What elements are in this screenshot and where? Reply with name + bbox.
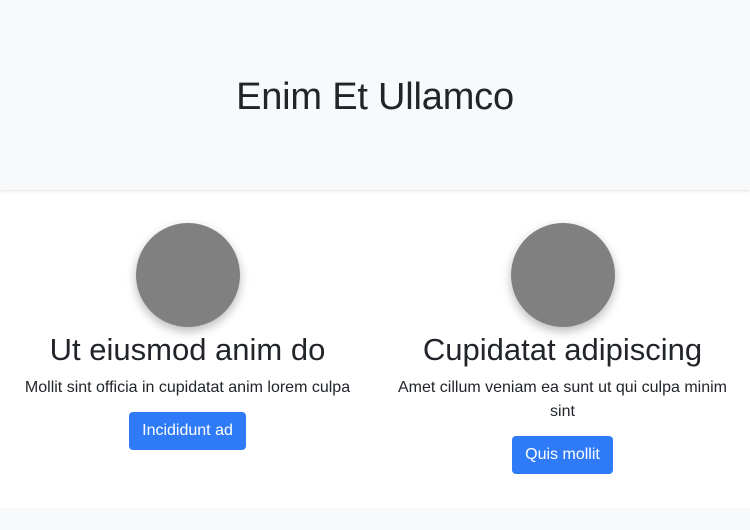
footer-section <box>0 508 750 530</box>
card-heading: Ut eiusmod anim do <box>49 332 326 367</box>
page-title: Enim Et Ullamco <box>236 75 514 118</box>
card-button-incididunt[interactable]: Incididunt ad <box>129 412 246 450</box>
avatar-placeholder <box>510 223 615 327</box>
card-heading: Cupidatat adipiscing <box>422 332 703 367</box>
hero-section: Enim Et Ullamco <box>0 0 750 190</box>
card-button-quis-mollit[interactable]: Quis mollit <box>512 436 613 474</box>
card-text: Mollit sint officia in cupidatat anim lo… <box>24 379 351 396</box>
avatar-placeholder <box>135 223 240 327</box>
feature-card-2: Cupidatat adipiscing Amet cillum veniam … <box>375 191 750 474</box>
card-text: Amet cillum veniam ea sunt ut qui culpa … <box>397 379 728 420</box>
feature-card-1: Ut eiusmod anim do Mollit sint officia i… <box>0 191 375 450</box>
